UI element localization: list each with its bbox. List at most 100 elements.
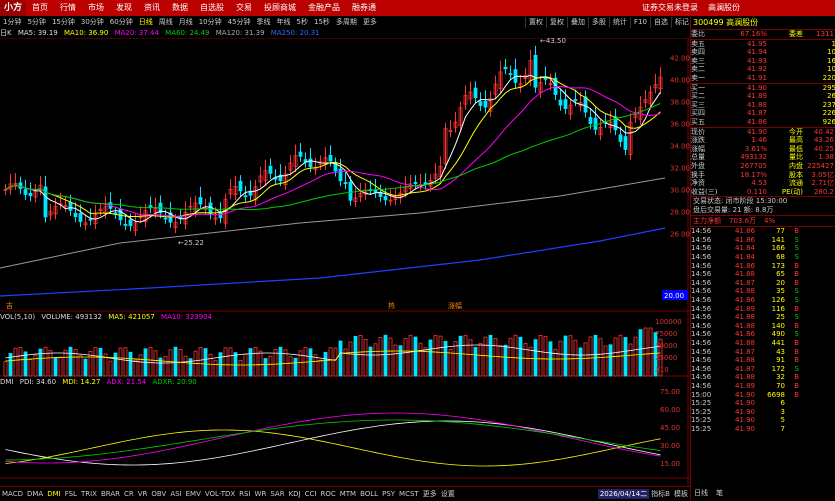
volume-bar bbox=[623, 337, 628, 377]
indicator-tab-17[interactable]: ROC bbox=[318, 490, 337, 498]
indicator-tab-21[interactable]: MCST bbox=[397, 490, 421, 498]
volume-bar bbox=[528, 346, 533, 377]
menu-item-8[interactable]: 投顾商城 bbox=[258, 0, 302, 16]
indicator-tab-7[interactable]: VR bbox=[136, 490, 150, 498]
indicator-tab-20[interactable]: PSY bbox=[380, 490, 397, 498]
indicator-tab-9[interactable]: ASI bbox=[168, 490, 183, 498]
volume-bar bbox=[48, 350, 53, 377]
bottom-button-1[interactable]: 模板 bbox=[672, 489, 690, 499]
indicator-tab-13[interactable]: WR bbox=[253, 490, 269, 498]
menu-item-3[interactable]: 发现 bbox=[110, 0, 138, 16]
menu-item-2[interactable]: 市场 bbox=[82, 0, 110, 16]
tool-button-2[interactable]: 叠加 bbox=[567, 17, 588, 28]
period-tab-5[interactable]: 日线 bbox=[136, 17, 156, 28]
menu-item-6[interactable]: 自选股 bbox=[194, 0, 230, 16]
volume-bar bbox=[28, 359, 33, 377]
indicator-tab-0[interactable]: MACD bbox=[0, 490, 25, 498]
indicator-tab-11[interactable]: VOL-TDX bbox=[203, 490, 237, 498]
menu-item-5[interactable]: 数据 bbox=[166, 0, 194, 16]
period-tab-2[interactable]: 15分钟 bbox=[49, 17, 78, 28]
volume-bar bbox=[493, 338, 498, 377]
top-right-link-1[interactable]: 高澜股份 bbox=[703, 0, 745, 16]
bottom-button-0[interactable]: 指标B bbox=[649, 489, 672, 499]
indicator-tab-18[interactable]: MTM bbox=[338, 490, 358, 498]
tool-button-5[interactable]: F10 bbox=[630, 17, 650, 28]
tick-direction bbox=[785, 425, 799, 434]
volume-bar bbox=[398, 345, 403, 377]
menu-item-9[interactable]: 金融产品 bbox=[302, 0, 346, 16]
tool-button-1[interactable]: 复权 bbox=[546, 17, 567, 28]
kline-chart[interactable]: 42.00 40.00 38.00 36.00 34.00 32.00 30.00 28.00… bbox=[0, 38, 690, 495]
candle-body bbox=[588, 117, 593, 124]
right-bottom-tab-1[interactable]: 笔 bbox=[712, 486, 727, 500]
candle-body bbox=[23, 189, 28, 195]
tick-volume: 6698 bbox=[767, 390, 785, 399]
period-tab-8[interactable]: 10分钟 bbox=[196, 17, 225, 28]
buy-row: 买二 41.89 26 bbox=[691, 92, 835, 101]
period-tab-15[interactable]: 更多 bbox=[360, 17, 380, 28]
menu-item-4[interactable]: 资讯 bbox=[138, 0, 166, 16]
top-right-link-0[interactable]: 证券交易未登录 bbox=[637, 0, 703, 16]
stat-value-2: 225427 bbox=[807, 161, 834, 170]
stat-value-2: 280.2 bbox=[813, 187, 834, 196]
tick-time: 15:25 bbox=[691, 407, 712, 416]
buy-row: 买五 41.86 926 bbox=[691, 118, 835, 127]
period-tab-4[interactable]: 60分钟 bbox=[107, 17, 136, 28]
indicator-tab-6[interactable]: CR bbox=[122, 490, 136, 498]
period-tab-0[interactable]: 1分钟 bbox=[0, 17, 24, 28]
period-tab-12[interactable]: 5秒 bbox=[294, 17, 311, 28]
volume-bar bbox=[518, 336, 523, 377]
sell-vol: 220 bbox=[822, 73, 835, 82]
tick-row: 14:56 41.86 173 B bbox=[691, 262, 835, 271]
tool-button-3[interactable]: 多股 bbox=[588, 17, 609, 28]
menu-item-1[interactable]: 行情 bbox=[54, 0, 82, 16]
period-tab-7[interactable]: 月线 bbox=[176, 17, 196, 28]
tool-button-0[interactable]: 置权 bbox=[525, 17, 546, 28]
period-tab-6[interactable]: 周线 bbox=[156, 17, 176, 28]
period-tab-9[interactable]: 45分钟 bbox=[225, 17, 254, 28]
indicator-tab-5[interactable]: BRAR bbox=[99, 490, 122, 498]
indicator-tab-12[interactable]: RSI bbox=[237, 490, 252, 498]
tick-price: 41.86 bbox=[734, 261, 755, 270]
buy-price: 41.90 bbox=[746, 83, 767, 92]
indicator-tab-22[interactable]: 更多 bbox=[421, 489, 439, 499]
volume-bar bbox=[3, 361, 8, 377]
period-tab-3[interactable]: 30分钟 bbox=[78, 17, 107, 28]
menu-item-0[interactable]: 首页 bbox=[26, 0, 54, 16]
indicator-tab-14[interactable]: SAR bbox=[268, 490, 286, 498]
indicator-tab-10[interactable]: EMV bbox=[184, 490, 203, 498]
volume-bar bbox=[613, 337, 618, 377]
period-tab-14[interactable]: 多周期 bbox=[333, 17, 360, 28]
top-menu-bar: 小方 首页 行情 市场 发现 资讯 数据 自选股 交易 投顾商城 金融产品 融券通 证券交易未登录高… bbox=[0, 0, 835, 16]
indicator-tab-19[interactable]: BOLL bbox=[358, 490, 380, 498]
indicator-tab-4[interactable]: TRIX bbox=[79, 490, 99, 498]
tick-time: 14:56 bbox=[691, 313, 712, 322]
tool-button-4[interactable]: 统计 bbox=[609, 17, 630, 28]
volume-bar bbox=[403, 338, 408, 377]
volume-bar bbox=[648, 327, 653, 377]
menu-item-7[interactable]: 交易 bbox=[230, 0, 258, 16]
indicator-tab-15[interactable]: KDJ bbox=[287, 490, 303, 498]
tick-list[interactable]: 14:56 41.86 77 B 14:56 41.86 141 S 14:56 41.84 166… bbox=[691, 226, 835, 433]
dmi-axis-label: 75.00 bbox=[660, 388, 680, 396]
period-tab-13[interactable]: 15秒 bbox=[311, 17, 333, 28]
indicator-tab-3[interactable]: FSL bbox=[63, 490, 79, 498]
buy-row: 买一 41.90 295 bbox=[691, 84, 835, 93]
indicator-tab-23[interactable]: 设置 bbox=[439, 489, 457, 499]
volume-bar bbox=[533, 339, 538, 377]
indicator-tab-8[interactable]: OBV bbox=[149, 490, 168, 498]
stat-label-2: 今开 bbox=[789, 127, 803, 136]
candle-body bbox=[68, 202, 73, 211]
menu-item-10[interactable]: 融券通 bbox=[346, 0, 382, 16]
period-tab-1[interactable]: 5分钟 bbox=[24, 17, 48, 28]
tick-direction: B bbox=[794, 390, 799, 399]
indicator-tab-1[interactable]: DMA bbox=[25, 490, 45, 498]
indicator-tab-2[interactable]: DMI bbox=[45, 490, 63, 498]
tool-button-7[interactable]: 标记 bbox=[670, 17, 692, 28]
right-bottom-tab-0[interactable]: 日线 bbox=[690, 486, 712, 500]
period-tab-11[interactable]: 年线 bbox=[274, 17, 294, 28]
tool-button-6[interactable]: 自选 bbox=[649, 17, 671, 28]
period-tab-10[interactable]: 季线 bbox=[254, 17, 274, 28]
volume-bar bbox=[223, 347, 228, 377]
indicator-tab-16[interactable]: CCI bbox=[303, 490, 319, 498]
